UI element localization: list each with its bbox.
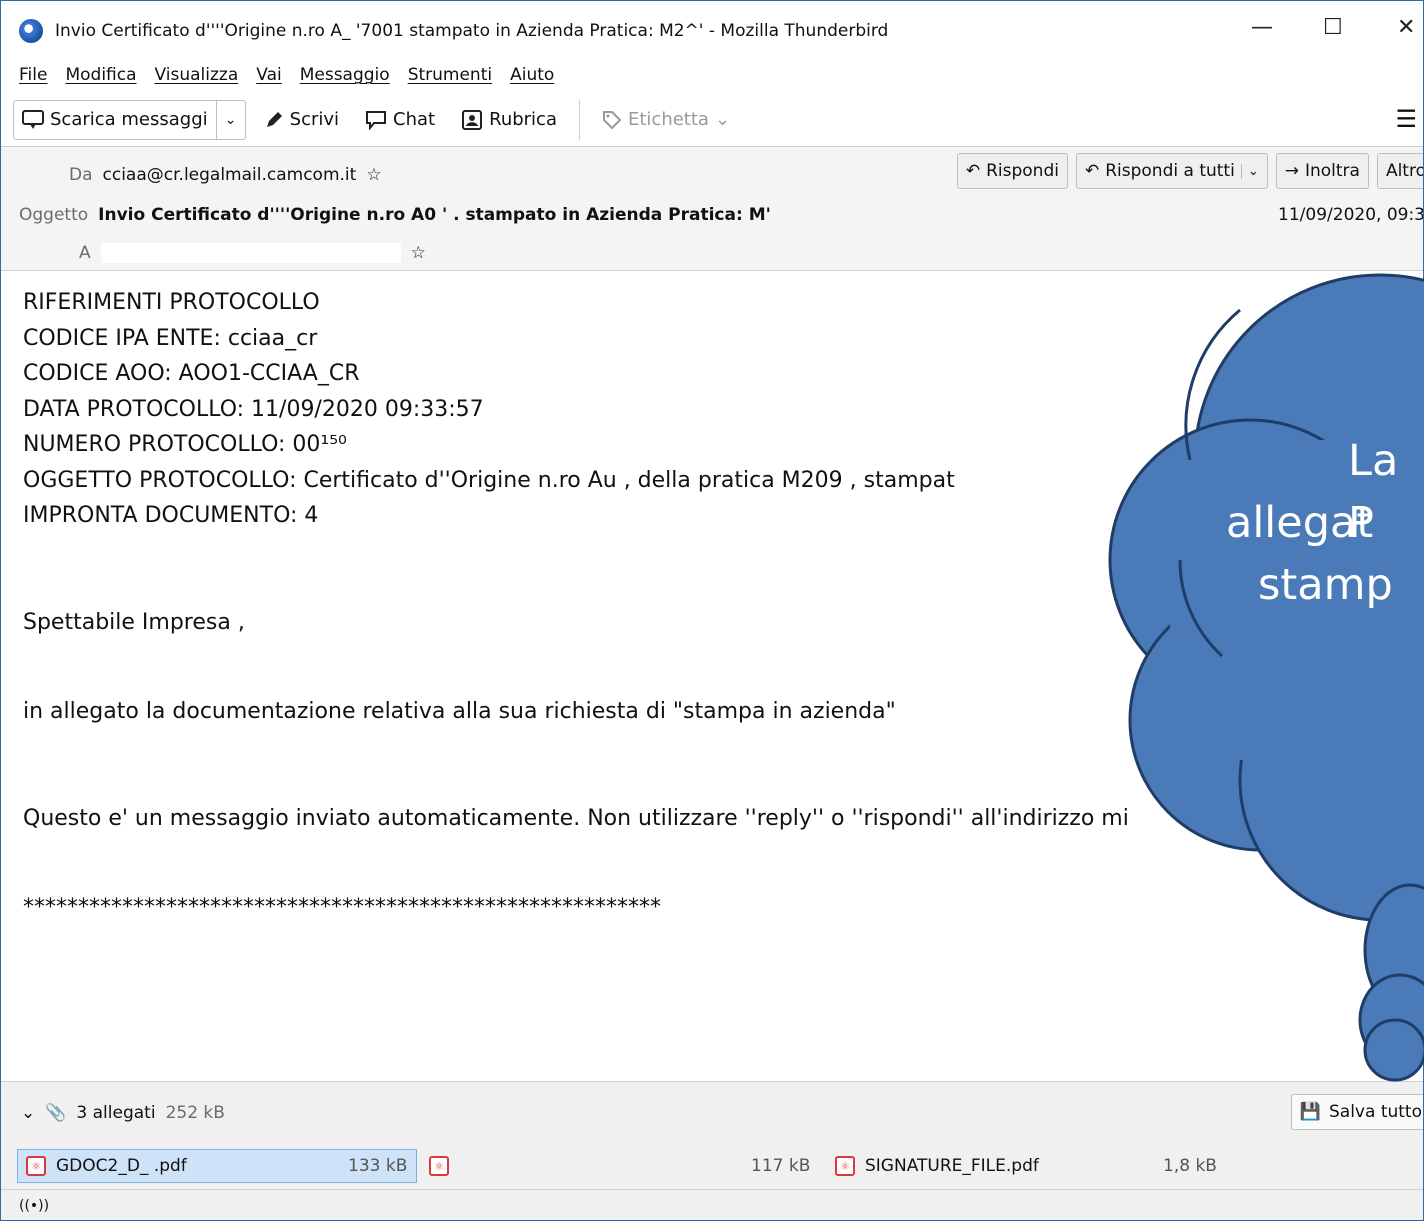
star-icon[interactable]: ☆ <box>366 165 381 185</box>
tag-icon <box>603 110 622 129</box>
menu-file[interactable]: File <box>19 65 47 85</box>
chevron-down-icon[interactable]: ⌄ <box>21 1103 35 1123</box>
attachment-size: 1,8 kB <box>1163 1156 1217 1176</box>
forward-button[interactable]: → Inoltra <box>1275 153 1369 189</box>
attachment-item[interactable]: ⚛ SIGNATURE_FILE.pdf 1,8 kB <box>827 1149 1227 1183</box>
pdf-icon: ⚛ <box>26 1156 46 1176</box>
menu-modifica[interactable]: Modifica <box>65 65 136 85</box>
forward-arrow-icon: → <box>1284 161 1299 181</box>
chevron-down-icon[interactable]: ⌄ <box>217 112 245 128</box>
body-line: DATA PROTOCOLLO: 11/09/2020 09:33:57 <box>23 396 484 422</box>
greeting: Spettabile Impresa , <box>23 609 245 635</box>
pdf-icon: ⚛ <box>429 1156 449 1176</box>
callout-text-line: allegat <box>1226 498 1374 548</box>
reply-label: Rispondi <box>986 161 1059 181</box>
attachment-item[interactable]: ⚛ 117 kB <box>421 1149 821 1183</box>
tag-button[interactable]: Etichetta ⌄ <box>594 100 738 140</box>
body-line: CODICE IPA ENTE: cciaa_cr <box>23 325 318 351</box>
callout-text-line: stamp <box>1258 560 1393 610</box>
menu-visualizza[interactable]: Visualizza <box>155 65 239 85</box>
minimize-button[interactable]: — <box>1251 15 1273 40</box>
get-messages-split-button[interactable]: Scarica messaggi ⌄ <box>13 99 246 140</box>
stars-divider: ****************************************… <box>23 895 661 920</box>
attachment-item[interactable]: ⚛ GDOC2_D_ .pdf 133 kB <box>17 1149 417 1183</box>
message-header: Da cciaa@cr.legalmail.camcom.it ☆ Oggett… <box>1 147 1424 271</box>
title-bar: Invio Certificato d''''Origine n.ro A_ '… <box>1 1 1423 61</box>
reply-icon: ↶ <box>965 161 981 181</box>
menu-messaggio[interactable]: Messaggio <box>300 65 390 85</box>
attachments-bar: ⌄ 📎 3 allegati 252 kB 💾 Salva tutto <box>1 1081 1423 1143</box>
body-line: OGGETTO PROTOCOLLO: Certificato d''Origi… <box>23 467 955 493</box>
from-label: Da <box>69 165 93 185</box>
menu-aiuto[interactable]: Aiuto <box>510 65 554 85</box>
subject-row: Oggetto Invio Certificato d''''Origine n… <box>19 205 771 225</box>
window-title: Invio Certificato d''''Origine n.ro A_ '… <box>55 21 889 41</box>
to-row: A ☆ <box>79 243 426 263</box>
chevron-down-icon[interactable]: ⌄ <box>1240 163 1259 179</box>
thunderbird-window: Invio Certificato d''''Origine n.ro A_ '… <box>0 0 1424 1221</box>
menu-strumenti[interactable]: Strumenti <box>408 65 492 85</box>
notice-text: Questo e' un messaggio inviato automatic… <box>23 805 1129 831</box>
reply-button[interactable]: ↶ Rispondi <box>956 153 1068 189</box>
menu-vai[interactable]: Vai <box>256 65 281 85</box>
maximize-button[interactable]: ☐ <box>1323 15 1343 40</box>
reply-all-icon: ↶ <box>1084 161 1100 181</box>
write-label: Scrivi <box>289 109 340 130</box>
from-row: Da cciaa@cr.legalmail.camcom.it ☆ <box>69 165 382 185</box>
chat-label: Chat <box>393 109 436 130</box>
pencil-icon <box>266 111 282 127</box>
chat-icon <box>366 110 387 130</box>
to-value-redacted <box>100 243 401 263</box>
toolbar-separator <box>579 99 580 140</box>
message-body: RIFERIMENTI PROTOCOLLO CODICE IPA ENTE: … <box>23 285 1423 926</box>
close-button[interactable]: ✕ <box>1397 15 1415 40</box>
intro-text: in allegato la documentazione relativa a… <box>23 699 896 724</box>
subject-value: Invio Certificato d''''Origine n.ro A0 '… <box>98 205 771 225</box>
to-label: A <box>79 243 91 263</box>
save-all-label: Salva tutto <box>1329 1102 1422 1122</box>
save-icon: 💾 <box>1299 1102 1321 1122</box>
reply-all-label: Rispondi a tutti <box>1105 161 1235 181</box>
app-menu-icon[interactable]: ☰ <box>1395 105 1417 133</box>
subject-label: Oggetto <box>19 205 89 225</box>
address-book-label: Rubrica <box>489 109 557 130</box>
more-label: Altro <box>1385 161 1424 181</box>
attachment-list: ⚛ GDOC2_D_ .pdf 133 kB ⚛ 117 kB ⚛ SIGNAT… <box>1 1143 1423 1189</box>
menu-bar: File Modifica Visualizza Vai Messaggio S… <box>1 57 554 93</box>
attachment-name: SIGNATURE_FILE.pdf <box>865 1156 1039 1176</box>
main-toolbar: Scarica messaggi ⌄ Scrivi Chat Rubrica E… <box>1 93 1423 147</box>
pdf-icon: ⚛ <box>835 1156 855 1176</box>
from-value[interactable]: cciaa@cr.legalmail.camcom.it <box>103 165 357 185</box>
get-messages-icon <box>22 109 44 129</box>
attachments-count[interactable]: 3 allegati <box>76 1103 155 1123</box>
online-status-icon[interactable]: ((•)) <box>19 1198 49 1214</box>
thunderbird-logo-icon <box>19 19 43 43</box>
body-line: NUMERO PROTOCOLLO: 00¹⁵⁰ <box>23 432 347 457</box>
body-line: RIFERIMENTI PROTOCOLLO <box>23 290 320 315</box>
message-date: 11/09/2020, 09:3 <box>1278 205 1424 225</box>
attachment-size: 133 kB <box>348 1156 408 1176</box>
write-button[interactable]: Scrivi <box>256 100 347 140</box>
header-actions: ↶ Rispondi ↶ Rispondi a tutti ⌄ → Inoltr… <box>956 153 1424 189</box>
get-messages-button[interactable]: Scarica messaggi <box>14 100 217 139</box>
address-book-icon <box>462 109 483 130</box>
forward-label: Inoltra <box>1304 161 1360 181</box>
paperclip-icon: 📎 <box>45 1102 67 1123</box>
attachment-name: GDOC2_D_ .pdf <box>56 1156 187 1176</box>
save-all-button[interactable]: 💾 Salva tutto <box>1290 1094 1423 1130</box>
status-bar: ((•)) <box>1 1189 1423 1220</box>
attachments-total-size: 252 kB <box>165 1102 225 1123</box>
chevron-down-icon: ⌄ <box>714 109 731 130</box>
reply-all-button[interactable]: ↶ Rispondi a tutti ⌄ <box>1075 153 1268 189</box>
address-book-button[interactable]: Rubrica <box>453 100 565 140</box>
tag-label: Etichetta <box>628 109 709 130</box>
star-icon[interactable]: ☆ <box>411 243 426 263</box>
get-messages-label: Scarica messaggi <box>50 109 208 130</box>
body-line: CODICE AOO: AOO1-CCIAA_CR <box>23 361 360 386</box>
body-line: IMPRONTA DOCUMENTO: 4 <box>23 503 319 528</box>
more-button[interactable]: Altro <box>1376 153 1424 189</box>
chat-button[interactable]: Chat <box>357 100 443 140</box>
attachment-size: 117 kB <box>751 1156 811 1176</box>
